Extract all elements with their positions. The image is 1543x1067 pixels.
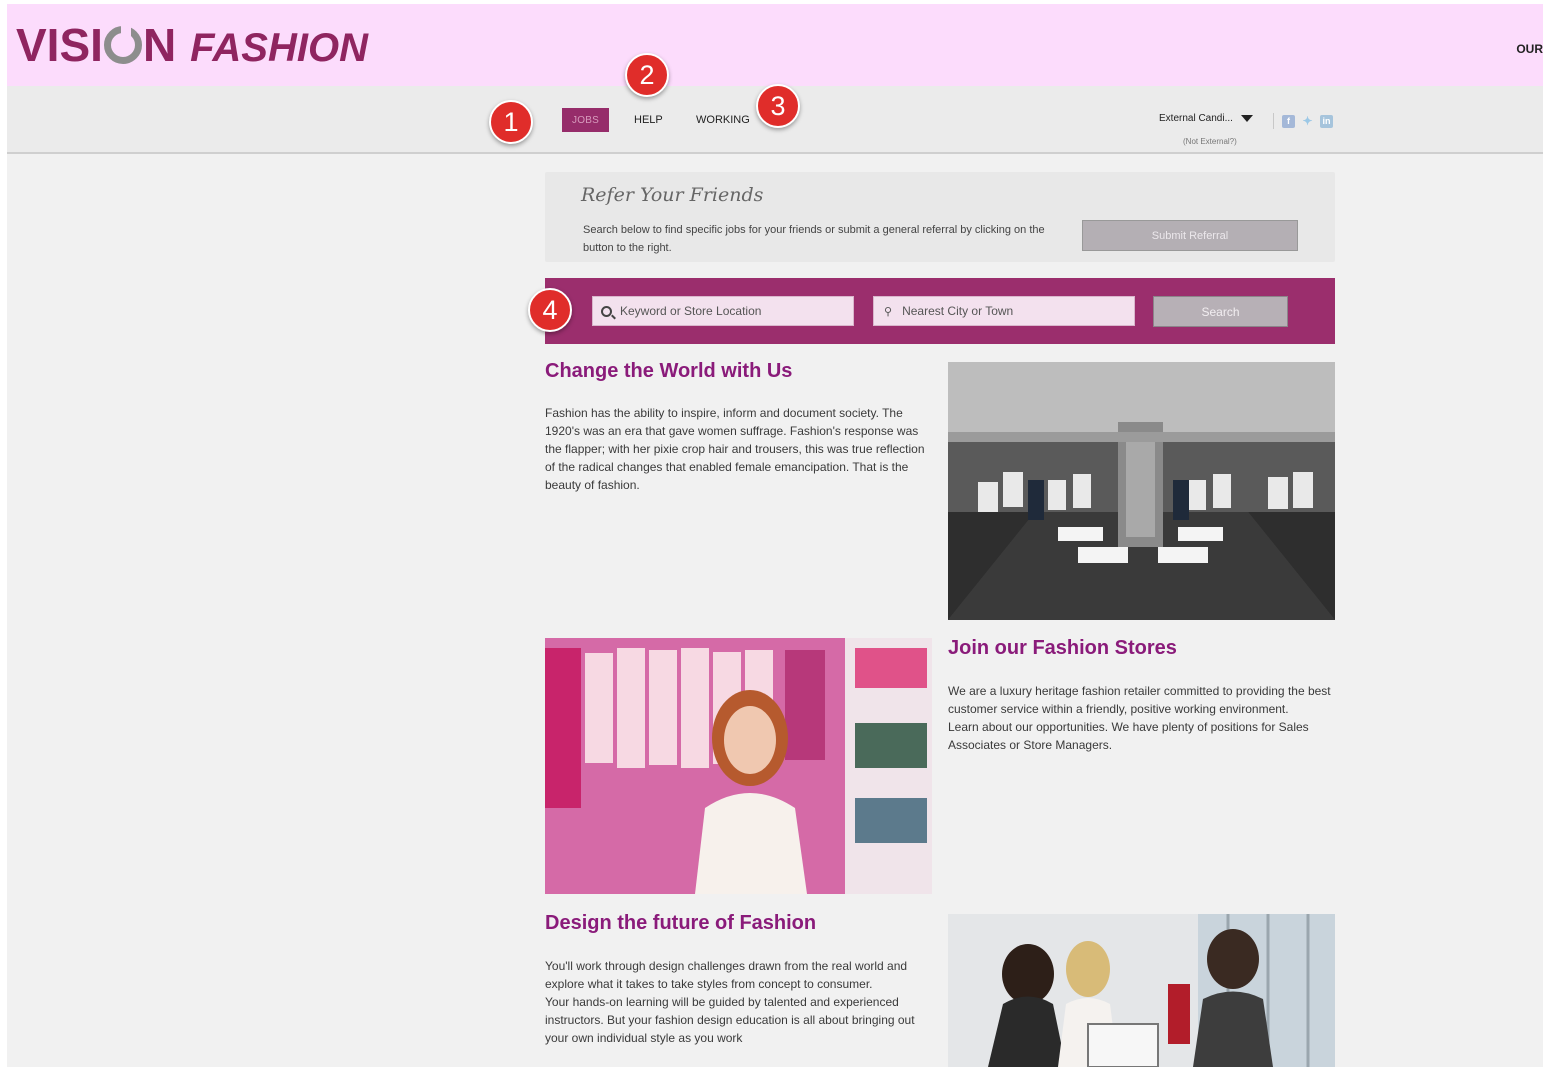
section-text-change-world: Fashion has the ability to inspire, info… bbox=[545, 406, 925, 492]
callout-marker-3: 3 bbox=[756, 84, 800, 128]
logo-vision-wordmark: VISI N bbox=[16, 19, 177, 71]
keyword-search-input[interactable]: Keyword or Store Location bbox=[592, 296, 854, 326]
logo-fashion-wordmark: FASHION bbox=[190, 26, 368, 70]
twitter-icon[interactable]: ✦ bbox=[1301, 114, 1314, 128]
callout-marker-1: 1 bbox=[489, 100, 533, 144]
section-heading-join-stores: Join our Fashion Stores bbox=[948, 637, 1177, 659]
user-menu-dropdown[interactable]: External Candi... bbox=[1159, 113, 1253, 124]
design-team-image bbox=[948, 914, 1335, 1067]
join-stores-text-2: Learn about our opportunities. We have p… bbox=[948, 720, 1309, 752]
nav-working-link[interactable]: WORKING bbox=[696, 114, 750, 126]
submit-referral-button[interactable]: Submit Referral bbox=[1082, 220, 1298, 251]
linkedin-icon[interactable]: in bbox=[1320, 114, 1333, 128]
fashion-associate-image bbox=[545, 638, 932, 894]
header-our-link[interactable]: OUR bbox=[1516, 42, 1543, 56]
design-future-text-2: Your hands-on learning will be guided by… bbox=[545, 995, 915, 1045]
callout-marker-4: 4 bbox=[528, 288, 572, 332]
facebook-icon[interactable]: f bbox=[1282, 114, 1295, 128]
search-icon bbox=[601, 305, 612, 317]
store-interior-image bbox=[948, 362, 1335, 620]
search-button[interactable]: Search bbox=[1153, 296, 1288, 327]
chevron-down-icon bbox=[1240, 115, 1253, 122]
logo-o-icon bbox=[103, 25, 142, 64]
callout-marker-2: 2 bbox=[625, 53, 669, 97]
keyword-placeholder: Keyword or Store Location bbox=[620, 304, 762, 318]
social-links: f ✦ in bbox=[1273, 113, 1333, 129]
refer-friends-panel: Refer Your Friends Search below to find … bbox=[545, 172, 1335, 262]
design-future-text-1: You'll work through design challenges dr… bbox=[545, 959, 908, 991]
city-placeholder: Nearest City or Town bbox=[902, 304, 1014, 318]
section-text-design-future: You'll work through design challenges dr… bbox=[545, 957, 933, 1047]
user-menu-label: External Candi... bbox=[1159, 113, 1233, 124]
location-pin-icon: ⚲ bbox=[884, 305, 893, 318]
not-external-link[interactable]: (Not External?) bbox=[1183, 137, 1237, 146]
vision-fashion-logo[interactable]: VISI N FASHION bbox=[16, 18, 368, 72]
job-search-bar: Keyword or Store Location ⚲ Nearest City… bbox=[545, 278, 1335, 344]
nav-help-link[interactable]: HELP bbox=[634, 114, 663, 126]
join-stores-text-1: We are a luxury heritage fashion retaile… bbox=[948, 684, 1331, 716]
section-heading-change-world: Change the World with Us bbox=[545, 360, 793, 382]
brand-header: VISI N FASHION OUR bbox=[7, 4, 1543, 86]
refer-description: Search below to find specific jobs for y… bbox=[583, 224, 1045, 254]
nav-jobs-tab[interactable]: JOBS bbox=[562, 108, 609, 132]
page-frame: VISI N FASHION OUR JOBS HELP WORKING Exte… bbox=[7, 4, 1543, 1067]
section-text-join-stores: We are a luxury heritage fashion retaile… bbox=[948, 682, 1336, 754]
section-heading-design-future: Design the future of Fashion bbox=[545, 912, 817, 934]
city-search-input[interactable]: ⚲ Nearest City or Town bbox=[873, 296, 1135, 326]
refer-title: Refer Your Friends bbox=[581, 184, 764, 206]
